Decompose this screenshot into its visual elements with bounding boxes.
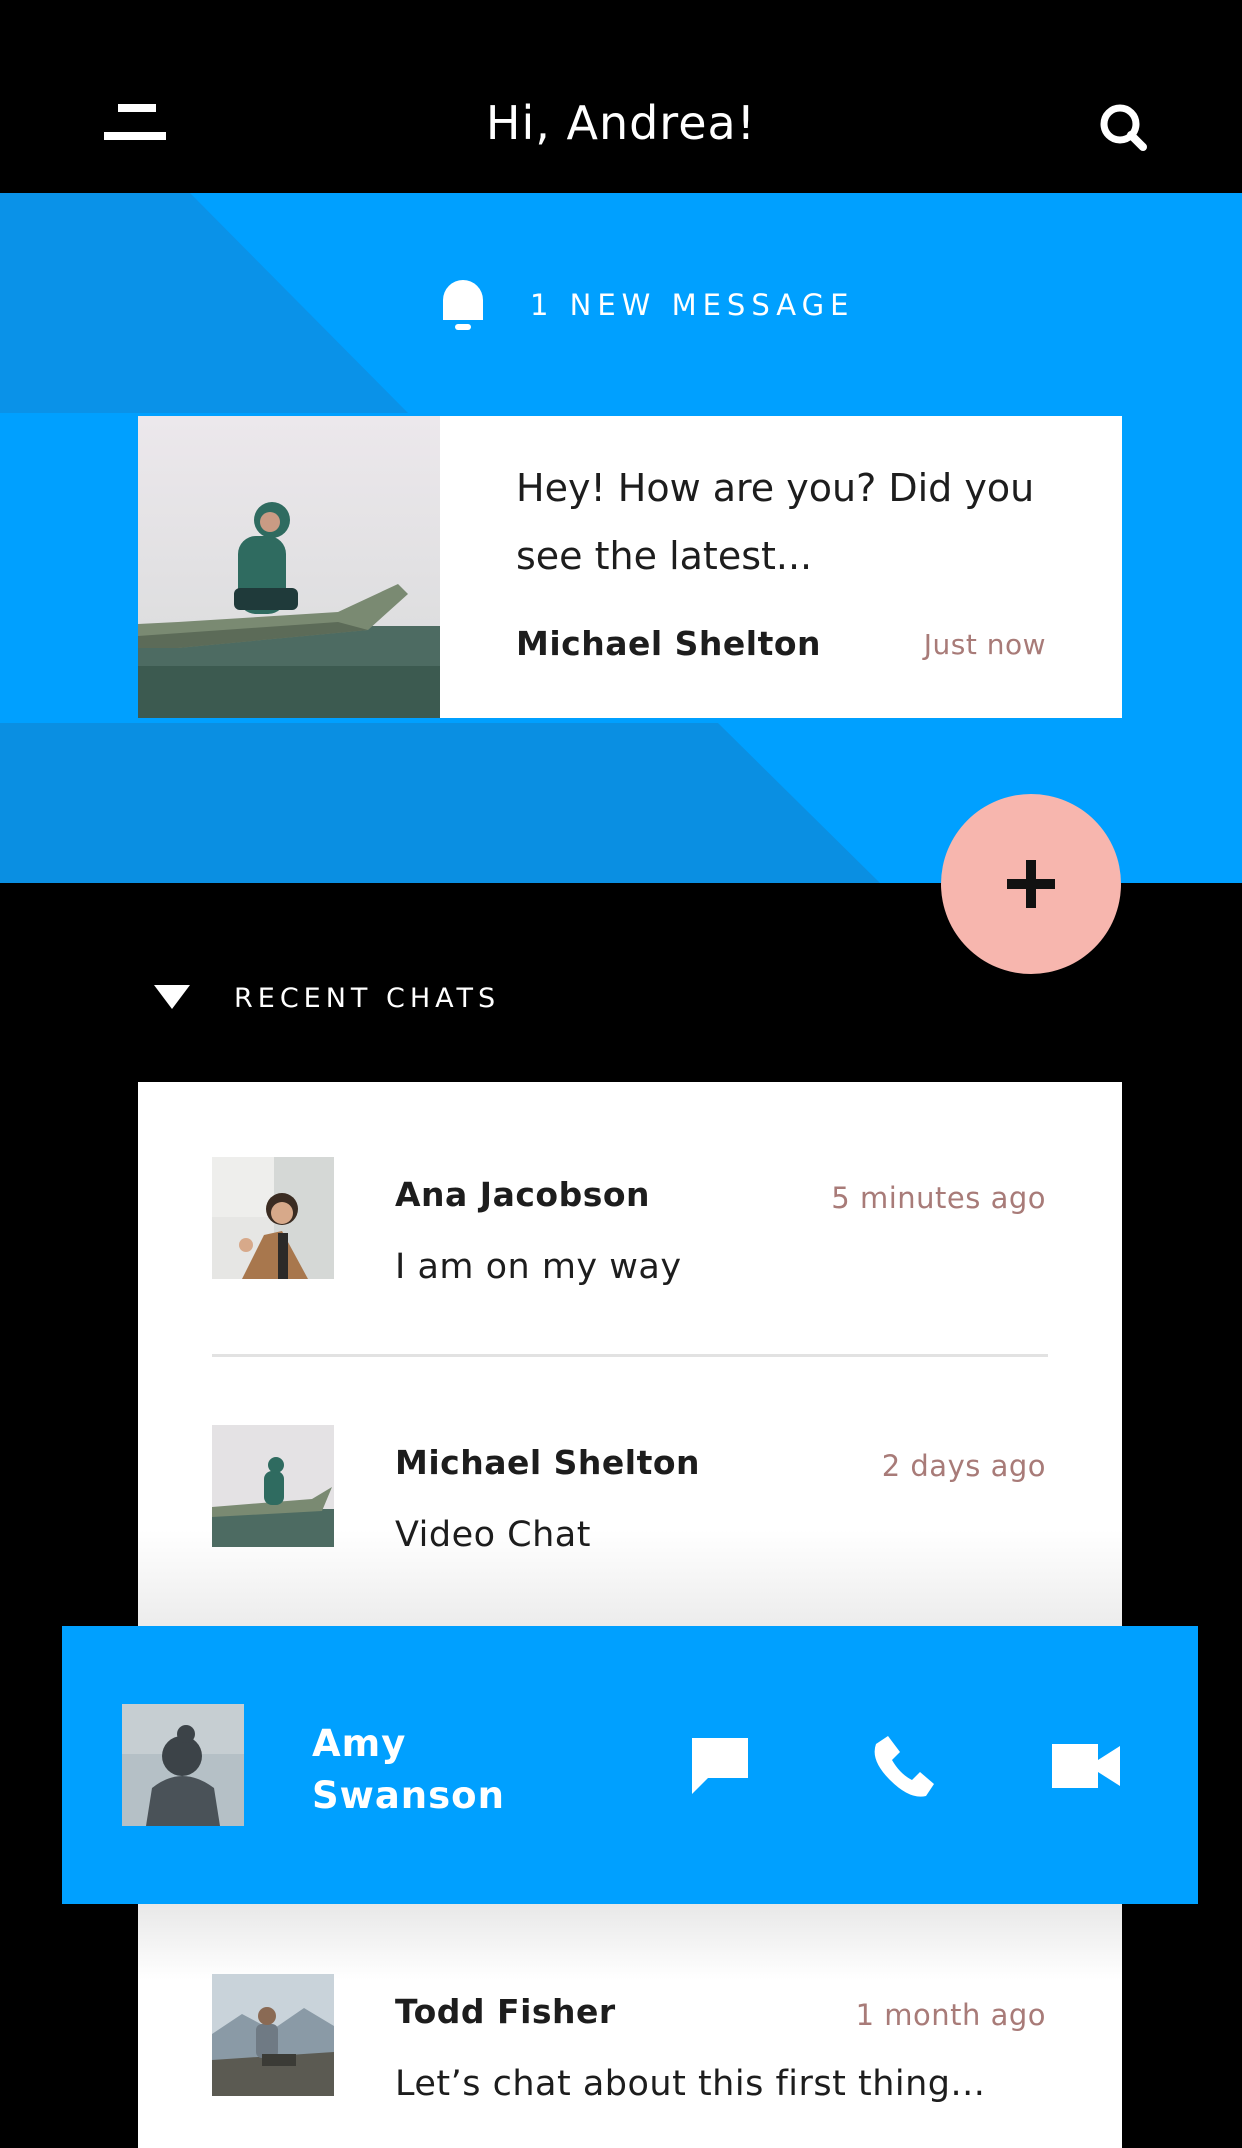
chat-item-michael-shelton[interactable]: Michael Shelton Video Chat 2 days ago [138, 1425, 1122, 1575]
chat-preview-text: I am on my way [395, 1247, 682, 1287]
avatar [212, 1425, 334, 1547]
avatar [212, 1157, 334, 1279]
message-preview-text: Hey! How are you? Did you see the latest… [516, 466, 1035, 578]
chat-timestamp: 2 days ago [881, 1449, 1046, 1483]
avatar [212, 1974, 334, 2096]
video-icon[interactable] [1052, 1744, 1120, 1788]
plus-icon [1007, 860, 1055, 908]
recent-chats-header[interactable]: RECENT CHATS [154, 978, 500, 1018]
chat-preview-text: Video Chat [395, 1515, 591, 1555]
recent-chats-label: RECENT CHATS [234, 982, 501, 1014]
avatar [122, 1704, 244, 1826]
chat-contact-name: Todd Fisher [395, 1992, 616, 2031]
chat-item-ana-jacobson[interactable]: Ana Jacobson I am on my way 5 minutes ag… [138, 1157, 1122, 1307]
panel-shadow [138, 1904, 1122, 1980]
new-message-notification[interactable]: 1 NEW MESSAGE [440, 279, 854, 331]
bell-icon [443, 280, 483, 330]
chevron-down-icon[interactable] [154, 985, 190, 1011]
active-contact-name: Amy Swanson [312, 1722, 505, 1817]
page-title: Hi, Andrea! [485, 96, 757, 150]
message-timestamp: Just now [923, 628, 1046, 661]
hero-section: 1 NEW MESSAGE Hey! How are you? Did you … [0, 193, 1242, 883]
new-chat-button[interactable] [941, 794, 1121, 974]
chat-contact-name: Michael Shelton [395, 1443, 701, 1482]
chat-timestamp: 1 month ago [855, 1998, 1046, 2032]
active-contact-bar[interactable]: Amy Swanson [62, 1626, 1198, 1904]
chat-item-todd-fisher[interactable]: Todd Fisher Let’s chat about this first … [138, 1974, 1122, 2124]
top-bar: Hi, Andrea! [0, 0, 1242, 193]
message-sender-photo [138, 416, 440, 718]
notification-text: 1 NEW MESSAGE [530, 288, 855, 322]
phone-icon[interactable] [870, 1734, 936, 1800]
message-icon[interactable] [692, 1738, 748, 1794]
chat-timestamp: 5 minutes ago [831, 1181, 1046, 1215]
message-sender-name: Michael Shelton [516, 624, 822, 663]
chat-preview-text: Let’s chat about this first thing... [395, 2064, 986, 2104]
new-message-card[interactable]: Hey! How are you? Did you see the latest… [138, 416, 1122, 718]
chat-contact-name: Ana Jacobson [395, 1175, 650, 1214]
search-icon[interactable] [1098, 102, 1148, 152]
divider [212, 1354, 1048, 1357]
